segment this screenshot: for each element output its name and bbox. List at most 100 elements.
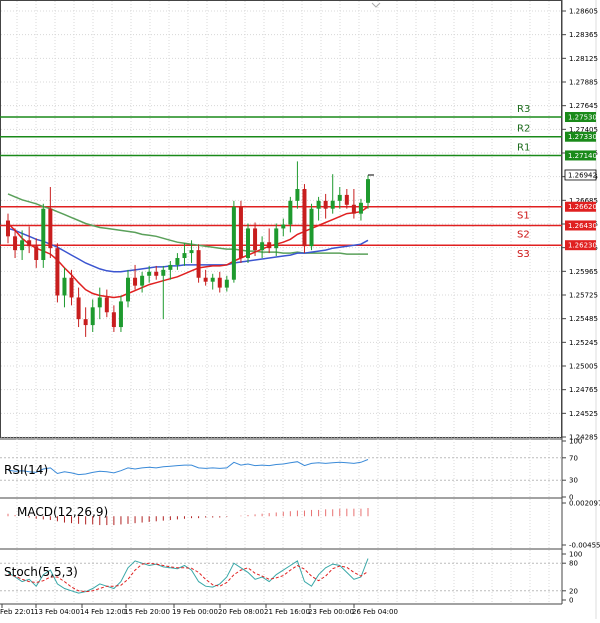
candle-body (126, 277, 130, 302)
price-chart[interactable]: 1.286051.283651.281251.278851.276451.274… (0, 0, 600, 619)
price-tick-label: 1.28365 (569, 31, 598, 39)
candle-body (274, 228, 279, 249)
stoch-tick-label: 100 (569, 551, 582, 559)
candle-body (281, 224, 286, 229)
candle-body (69, 277, 74, 298)
candle-body (147, 271, 152, 276)
pivot-label-s3: S3 (517, 249, 530, 260)
candle-body (104, 297, 109, 313)
candle-body (189, 250, 194, 254)
pivot-price-r1: 1.27140 (568, 152, 597, 160)
pivot-price-r3: 1.27530 (568, 114, 597, 122)
time-tick-label: 14 Feb 12:00 (80, 608, 126, 616)
pivot-level-labels: 1.27530 R3 1.27330 R2 1.27140 R1 1.26620 S1 1.26… (368, 104, 597, 260)
candle-body (168, 264, 173, 270)
candle-body (154, 271, 159, 276)
candle-body (83, 319, 88, 326)
candle-body (344, 194, 349, 205)
macd-tick-label: -0.004555 (569, 542, 600, 550)
candle-body (90, 307, 95, 326)
price-tick-label: 1.28605 (569, 8, 598, 16)
time-tick-label: 19 Feb 00:00 (172, 608, 218, 616)
pivot-price-s3: 1.26230 (568, 242, 597, 250)
price-tick-label: 1.28125 (569, 55, 598, 63)
candle-body (309, 208, 314, 247)
candle-body (330, 200, 335, 209)
indicator-panels: 100 70 30 0 RSI(14) 0.002097 -0.004555 MACD(12,… (0, 438, 600, 605)
pivot-label-s2: S2 (517, 229, 530, 240)
macd-label: MACD(12,26,9) (17, 505, 108, 519)
candle-body (111, 312, 116, 328)
candle-body (358, 202, 363, 214)
pivot-price-s2: 1.26430 (568, 222, 597, 230)
current-price-label: 1.26942 (568, 171, 597, 179)
time-tick-label: 15 Feb 20:00 (124, 608, 170, 616)
pivot-levels (0, 116, 562, 246)
time-axis: Feb 22:01 13 Feb 04:00 14 Feb 12:0015 Feb … (0, 604, 398, 616)
candle-body (118, 301, 123, 328)
candle-body (13, 236, 18, 251)
pivot-price-r2: 1.27330 (568, 133, 597, 141)
candle-body (62, 277, 67, 296)
time-tick-label: 21 Feb 16:00 (264, 608, 310, 616)
candle-body (267, 242, 272, 249)
price-tick-label: 1.25245 (569, 339, 598, 347)
candle-body (316, 200, 321, 209)
rsi-label: RSI(14) (4, 463, 48, 477)
candle-body (6, 220, 10, 237)
candle-body (133, 277, 138, 286)
candle-body (224, 279, 229, 288)
candle-body (302, 188, 307, 247)
candle-body (231, 206, 236, 280)
price-tick-label: 1.27645 (569, 102, 598, 110)
candle-body (196, 250, 201, 278)
rsi-tick-label: 70 (569, 454, 578, 462)
macd-tick-label: 0.002097 (569, 500, 600, 508)
time-tick-label: 13 Feb 04:00 (34, 608, 80, 616)
stoch-tick-label: 0 (569, 597, 573, 605)
chevron-down-icon[interactable] (371, 2, 381, 8)
candle-body (182, 253, 187, 259)
candle-body (217, 277, 222, 288)
candle-body (238, 206, 243, 259)
candle-body (203, 277, 208, 282)
candle-body (246, 228, 250, 259)
candle-body (48, 208, 53, 249)
candle-body (55, 248, 60, 296)
chart-window: 1.28605 1.28365 1.28125 1.27885 1.27645 1.274… (0, 0, 600, 619)
candle-body (140, 275, 145, 286)
stoch-tick-label: 20 (569, 587, 578, 595)
stoch-label: Stoch(5,5,3) (4, 565, 78, 579)
pivot-label-r1: R1 (517, 142, 530, 153)
candle-body (295, 188, 300, 201)
price-tick-label: 1.25965 (569, 268, 598, 276)
candle-body (97, 297, 102, 308)
candle-body (260, 242, 265, 251)
time-tick-label: 23 Feb 00:00 (308, 608, 354, 616)
pivot-price-s1: 1.26620 (568, 203, 597, 211)
rsi-tick-label: 30 (569, 477, 578, 485)
price-tick-label: 1.25005 (569, 363, 598, 371)
candle-body (161, 269, 166, 276)
candle-body (288, 200, 293, 225)
candle-body (27, 240, 32, 247)
candle-body (20, 240, 25, 251)
candle-body (41, 208, 46, 260)
price-tick-label: 1.25485 (569, 315, 598, 323)
candle-body (34, 246, 39, 260)
pivot-label-s1: S1 (517, 211, 530, 222)
candle-body (253, 228, 258, 251)
price-tick-label: 1.24525 (569, 410, 598, 418)
rsi-tick-label: 100 (569, 438, 582, 446)
time-tick-label: 26 Feb 04:00 (352, 608, 398, 616)
candle-body (210, 277, 215, 282)
pivot-label-r3: R3 (517, 104, 530, 115)
candle-body (175, 258, 180, 265)
candle-body (76, 297, 81, 320)
main-panel-frame (0, 0, 562, 438)
candle-body (351, 204, 356, 214)
price-tick-label: 1.25725 (569, 292, 598, 300)
candle-body (366, 179, 370, 203)
price-tick-label: 1.27885 (569, 79, 598, 87)
stoch-tick-label: 80 (569, 560, 578, 568)
